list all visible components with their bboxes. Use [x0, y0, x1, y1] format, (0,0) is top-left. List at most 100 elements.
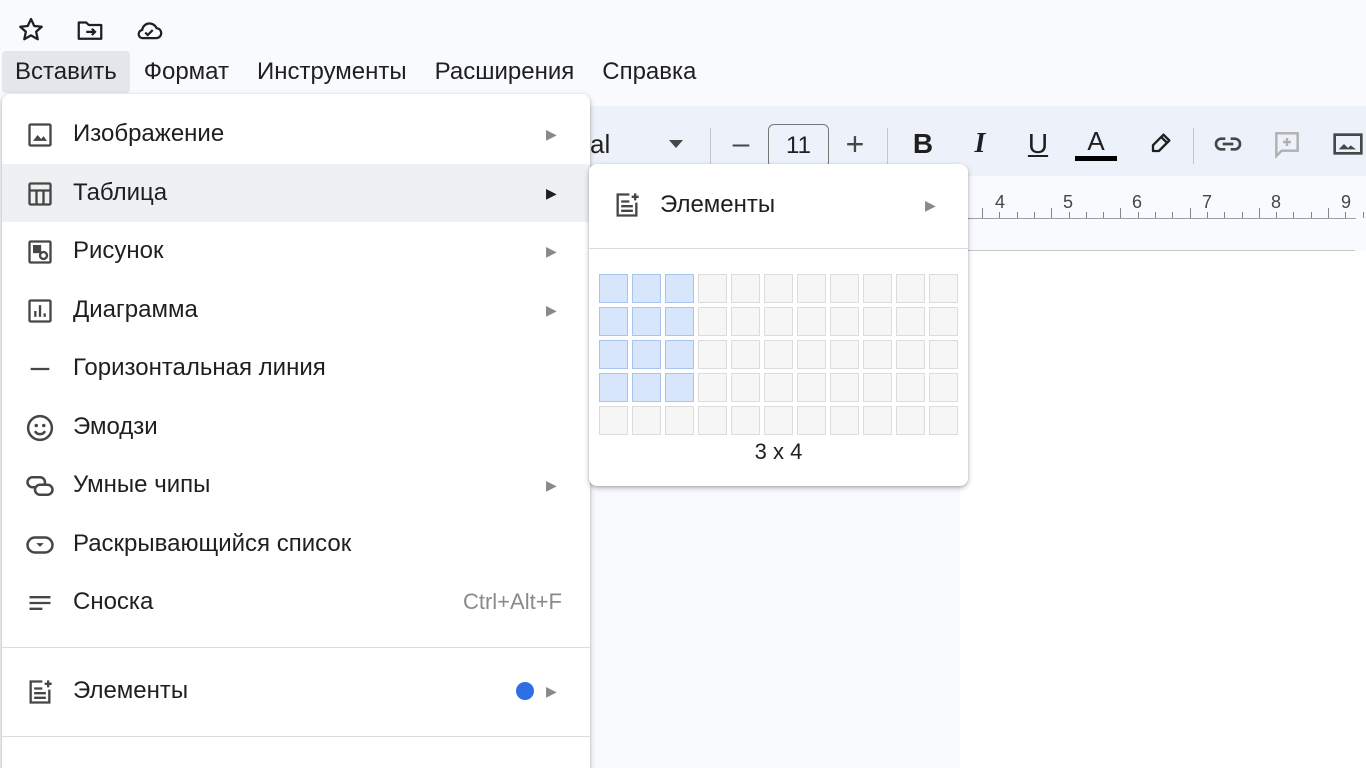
submenu-arrow-icon: ▶: [925, 196, 936, 213]
table-grid-cell[interactable]: [632, 406, 661, 435]
menu-item-drawing[interactable]: Рисунок ▶: [2, 222, 590, 280]
table-grid-cell[interactable]: [665, 307, 694, 336]
menu-item-label: Раскрывающийся список: [73, 530, 352, 557]
table-grid-cell[interactable]: [929, 307, 958, 336]
underline-button[interactable]: U: [1023, 124, 1053, 164]
italic-button[interactable]: I: [965, 124, 995, 164]
table-grid-cell[interactable]: [896, 373, 925, 402]
menu-extensions[interactable]: Расширения: [421, 51, 589, 93]
submenu-arrow-icon: ▶: [546, 125, 557, 142]
table-grid-cell[interactable]: [731, 274, 760, 303]
table-grid-cell[interactable]: [665, 340, 694, 369]
table-grid-cell[interactable]: [698, 340, 727, 369]
bold-button[interactable]: B: [908, 124, 938, 164]
table-grid-cell[interactable]: [764, 340, 793, 369]
table-grid-cell[interactable]: [929, 274, 958, 303]
table-grid-cell[interactable]: [731, 406, 760, 435]
table-grid-cell[interactable]: [665, 406, 694, 435]
table-icon: [24, 178, 56, 210]
table-grid-cell[interactable]: [896, 274, 925, 303]
table-grid-cell[interactable]: [797, 340, 826, 369]
add-comment-icon[interactable]: [1269, 124, 1305, 164]
submenu-item-label: Элементы: [660, 191, 776, 218]
table-grid-cell[interactable]: [863, 406, 892, 435]
table-grid-cell[interactable]: [731, 373, 760, 402]
table-grid-cell[interactable]: [830, 307, 859, 336]
table-grid-cell[interactable]: [731, 307, 760, 336]
table-grid-cell[interactable]: [632, 373, 661, 402]
ruler-tick: [1068, 212, 1070, 218]
text-color-label: A: [1087, 125, 1105, 156]
table-grid-cell[interactable]: [632, 274, 661, 303]
submenu-item-building-blocks[interactable]: Элементы ▶: [589, 176, 968, 234]
table-grid-cell[interactable]: [863, 307, 892, 336]
table-grid-cell[interactable]: [698, 373, 727, 402]
star-icon[interactable]: [15, 14, 47, 46]
table-grid-cell[interactable]: [929, 340, 958, 369]
table-grid-cell[interactable]: [764, 373, 793, 402]
menu-item-smart-chips[interactable]: Умные чипы ▶: [2, 456, 590, 514]
move-folder-icon[interactable]: [74, 14, 106, 46]
increase-font-size-button[interactable]: +: [838, 124, 872, 164]
table-grid-cell[interactable]: [896, 307, 925, 336]
table-grid-cell[interactable]: [830, 373, 859, 402]
table-grid-cell[interactable]: [863, 340, 892, 369]
table-grid-cell[interactable]: [698, 274, 727, 303]
table-grid-cell[interactable]: [929, 406, 958, 435]
font-family-dropdown-icon[interactable]: [664, 124, 688, 164]
table-grid-cell[interactable]: [599, 340, 628, 369]
menu-help[interactable]: Справка: [588, 51, 710, 93]
table-grid-cell[interactable]: [830, 340, 859, 369]
table-grid-cell[interactable]: [929, 373, 958, 402]
table-grid-cell[interactable]: [797, 307, 826, 336]
table-grid-cell[interactable]: [896, 406, 925, 435]
table-grid-cell[interactable]: [731, 340, 760, 369]
table-grid-cell[interactable]: [632, 340, 661, 369]
menu-item-chart[interactable]: Диаграмма ▶: [2, 281, 590, 339]
decrease-font-size-button[interactable]: –: [724, 124, 758, 164]
insert-image-icon[interactable]: [1330, 124, 1366, 164]
cloud-saved-icon[interactable]: [133, 14, 165, 46]
menu-item-image[interactable]: Изображение ▶: [2, 105, 590, 163]
menu-item-dropdown[interactable]: Раскрывающийся список: [2, 515, 590, 573]
table-grid-cell[interactable]: [830, 406, 859, 435]
link-icon[interactable]: [1210, 124, 1246, 164]
table-grid-cell[interactable]: [665, 373, 694, 402]
table-grid-cell[interactable]: [797, 274, 826, 303]
table-grid-cell[interactable]: [698, 406, 727, 435]
table-size-grid[interactable]: [599, 274, 959, 438]
font-family-selector[interactable]: al: [590, 124, 610, 164]
building-blocks-icon: [611, 189, 643, 221]
table-grid-cell[interactable]: [764, 307, 793, 336]
table-grid-cell[interactable]: [632, 307, 661, 336]
font-size-input[interactable]: 11: [768, 124, 829, 168]
menu-item-label: Горизонтальная линия: [73, 354, 326, 381]
menu-tools[interactable]: Инструменты: [243, 51, 421, 93]
table-grid-cell[interactable]: [698, 307, 727, 336]
table-grid-cell[interactable]: [665, 274, 694, 303]
table-grid-cell[interactable]: [797, 373, 826, 402]
table-grid-cell[interactable]: [764, 406, 793, 435]
text-color-button[interactable]: A: [1074, 124, 1118, 164]
building-blocks-icon: [24, 676, 56, 708]
table-grid-cell[interactable]: [863, 274, 892, 303]
menu-insert[interactable]: Вставить: [2, 51, 130, 93]
menu-item-horizontal-line[interactable]: Горизонтальная линия: [2, 339, 590, 397]
document-page[interactable]: [960, 251, 1366, 768]
table-grid-cell[interactable]: [599, 406, 628, 435]
table-grid-cell[interactable]: [599, 274, 628, 303]
menu-item-building-blocks[interactable]: Элементы ▶: [2, 662, 590, 720]
menu-item-footnote[interactable]: Сноска Ctrl+Alt+F: [2, 573, 590, 631]
menu-item-emoji[interactable]: Эмодзи: [2, 398, 590, 456]
menu-item-table[interactable]: Таблица ▶: [2, 164, 590, 222]
highlight-pen-icon[interactable]: [1142, 124, 1178, 164]
table-grid-cell[interactable]: [764, 274, 793, 303]
menu-format[interactable]: Формат: [130, 51, 243, 93]
table-grid-cell[interactable]: [830, 274, 859, 303]
table-grid-cell[interactable]: [797, 406, 826, 435]
table-grid-cell[interactable]: [896, 340, 925, 369]
menu-item-label: Эмодзи: [73, 413, 158, 440]
table-grid-cell[interactable]: [863, 373, 892, 402]
table-grid-cell[interactable]: [599, 307, 628, 336]
table-grid-cell[interactable]: [599, 373, 628, 402]
